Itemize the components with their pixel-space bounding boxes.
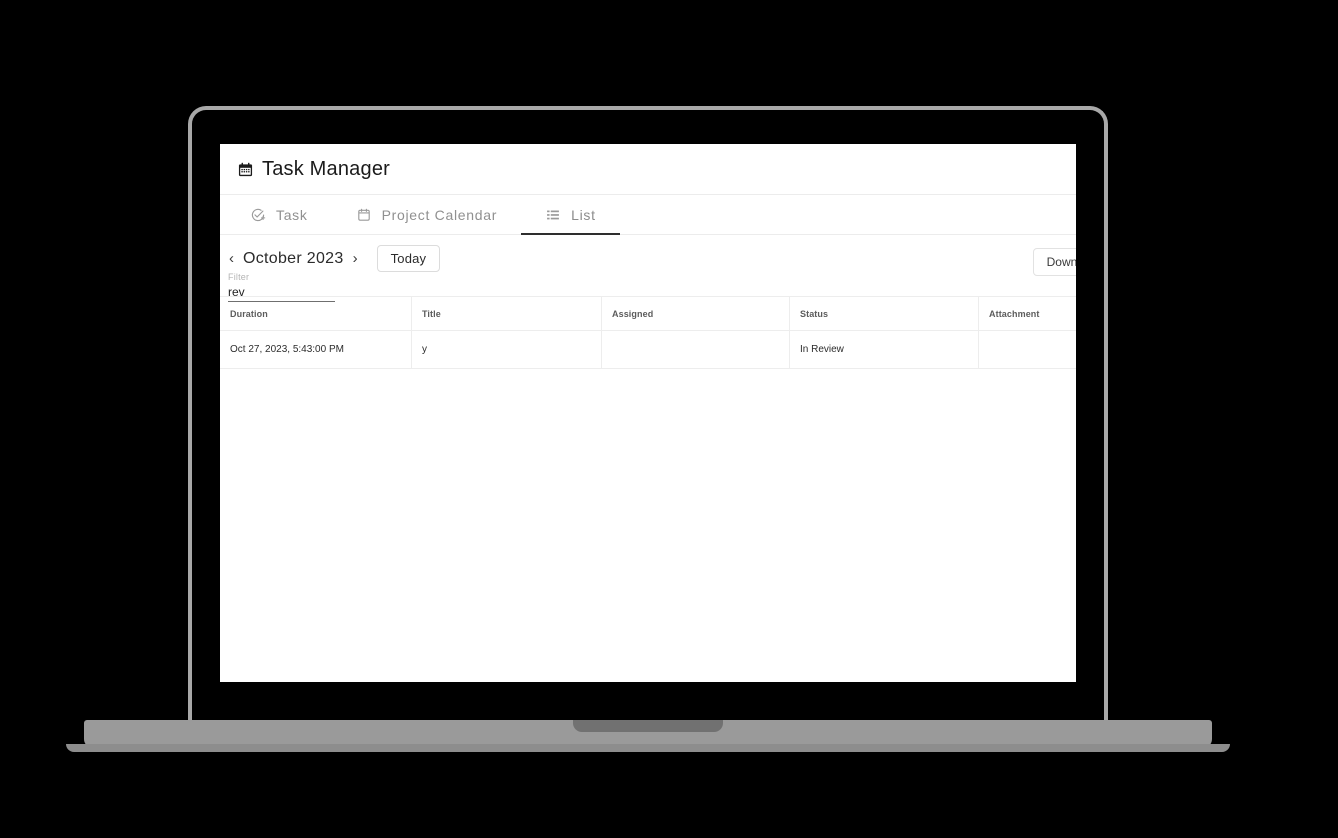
- calendar-outline-icon: [356, 207, 372, 223]
- tab-bar: Task Project Calendar List: [220, 194, 1076, 235]
- task-table: Duration Title Assigned Status Attachmen…: [220, 296, 1076, 369]
- table-body: Oct 27, 2023, 5:43:00 PM y In Review: [220, 330, 1076, 369]
- filter-field: Filter: [228, 271, 336, 302]
- tab-project-calendar-label: Project Calendar: [381, 206, 498, 223]
- column-header-attachment[interactable]: Attachment: [978, 296, 1076, 331]
- filter-input[interactable]: [228, 284, 335, 302]
- cell-assigned: [601, 330, 790, 369]
- column-header-title[interactable]: Title: [411, 296, 602, 331]
- check-circle-plus-icon: [250, 207, 266, 223]
- column-header-status[interactable]: Status: [789, 296, 979, 331]
- laptop-screen: Task Manager Task Project Calendar List …: [220, 144, 1076, 682]
- calendar-toolbar: ‹ October 2023 › Today Filter Download: [220, 235, 1076, 302]
- date-navigation: ‹ October 2023 › Today: [226, 245, 1062, 272]
- app-title-group: Task Manager: [238, 158, 390, 181]
- laptop-base-notch: [573, 720, 723, 732]
- cell-duration: Oct 27, 2023, 5:43:00 PM: [220, 330, 412, 369]
- download-button[interactable]: Download: [1032, 248, 1076, 276]
- previous-month-button[interactable]: ‹: [226, 251, 237, 266]
- cell-status: In Review: [789, 330, 979, 369]
- column-header-assigned[interactable]: Assigned: [601, 296, 790, 331]
- table-header-row: Duration Title Assigned Status Attachmen…: [220, 296, 1076, 331]
- tab-list[interactable]: List: [521, 195, 620, 235]
- laptop-mockup: Task Manager Task Project Calendar List …: [0, 0, 1338, 838]
- tab-project-calendar[interactable]: Project Calendar: [332, 195, 521, 234]
- tab-task-label: Task: [276, 206, 308, 223]
- list-icon: [545, 207, 561, 223]
- page-title: Task Manager: [262, 157, 391, 180]
- current-month-label: October 2023: [243, 249, 344, 267]
- laptop-base-lip: [66, 744, 1230, 752]
- cell-title: y: [411, 330, 602, 369]
- table-header: Duration Title Assigned Status Attachmen…: [220, 296, 1076, 331]
- cell-attachment: [978, 330, 1076, 369]
- next-month-button[interactable]: ›: [350, 251, 361, 266]
- table-row[interactable]: Oct 27, 2023, 5:43:00 PM y In Review: [220, 330, 1076, 369]
- tab-task[interactable]: Task: [226, 195, 332, 234]
- calendar-solid-icon: [238, 162, 253, 177]
- filter-label: Filter: [228, 272, 250, 282]
- today-button[interactable]: Today: [376, 245, 441, 272]
- tab-list-label: List: [571, 206, 596, 223]
- app-header: Task Manager: [220, 144, 1076, 194]
